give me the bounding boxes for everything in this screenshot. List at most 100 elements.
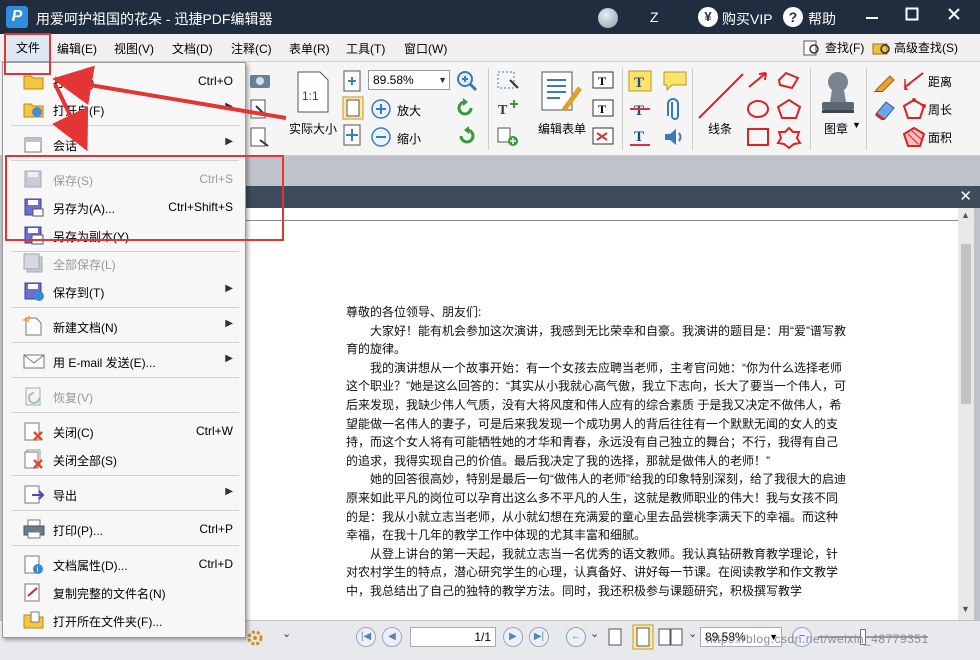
perimeter-label[interactable]: 周长: [928, 101, 952, 118]
settings-gear-icon[interactable]: [246, 629, 264, 647]
actual-size-icon[interactable]: 1:1: [296, 70, 330, 114]
zoom-in-label[interactable]: 放大: [397, 102, 421, 119]
layout-chevron-icon[interactable]: ⌄: [688, 627, 697, 640]
zoom-in-magnifier-icon[interactable]: [456, 70, 478, 92]
page-tool-icon[interactable]: [248, 126, 272, 148]
text-field-icon[interactable]: T: [592, 70, 614, 90]
menu-properties[interactable]: i 文档属性(D)... Ctrl+D: [3, 550, 245, 578]
facing-pages-icon[interactable]: [658, 627, 684, 647]
menu-form[interactable]: 表单(R): [289, 40, 330, 57]
cloud-tool-icon[interactable]: [776, 126, 802, 150]
attachment-icon[interactable]: [664, 98, 684, 122]
distance-tool-icon[interactable]: [902, 70, 926, 90]
underline-icon[interactable]: T: [628, 126, 652, 148]
page-number-input[interactable]: 1/1: [410, 627, 496, 647]
close-document-icon[interactable]: ✕: [959, 187, 972, 205]
menu-new-document[interactable]: 新建文档(N) ▶: [3, 312, 245, 340]
sound-icon[interactable]: [662, 126, 686, 148]
menu-close[interactable]: 关闭(C) Ctrl+W: [3, 417, 245, 445]
typewriter-icon[interactable]: T: [628, 70, 652, 92]
menu-close-all[interactable]: 关闭全部(S): [3, 445, 245, 473]
add-text-icon[interactable]: [496, 126, 520, 148]
text-tool-icon[interactable]: T: [496, 98, 520, 120]
ellipse-tool-icon[interactable]: [746, 98, 770, 120]
menu-print[interactable]: 打印(P)... Ctrl+P: [3, 515, 245, 543]
area-tool-icon[interactable]: [902, 126, 926, 148]
polyline-tool-icon[interactable]: [776, 70, 802, 92]
fit-visible-icon[interactable]: [342, 124, 362, 146]
arrow-tool-icon[interactable]: [746, 70, 770, 90]
history-chevron-icon[interactable]: ⌄: [590, 627, 599, 640]
back-button[interactable]: ←: [566, 627, 586, 647]
menu-view[interactable]: 视图(V): [114, 40, 154, 57]
edit-form-icon[interactable]: [538, 70, 584, 114]
actual-size-label[interactable]: 实际大小: [289, 120, 337, 137]
area-label[interactable]: 面积: [928, 129, 952, 146]
user-initial[interactable]: Z: [650, 9, 659, 25]
email-icon: [23, 354, 45, 369]
scroll-thumb[interactable]: [961, 244, 971, 404]
select-tool-icon[interactable]: [248, 98, 272, 120]
rotate-right-icon[interactable]: [455, 126, 477, 146]
scroll-down-icon[interactable]: ▼: [961, 604, 970, 614]
help-icon[interactable]: ?: [783, 7, 803, 27]
menu-document[interactable]: 文档(D): [172, 40, 213, 57]
advanced-find-button[interactable]: 高级查找(S): [872, 38, 958, 58]
menu-revert[interactable]: 恢复(V): [3, 382, 245, 410]
stamp-label[interactable]: 图章: [824, 120, 848, 137]
menu-session[interactable]: 会话 ▶: [3, 130, 245, 158]
rectangle-tool-icon[interactable]: [746, 126, 770, 148]
checkbox-field-icon[interactable]: [592, 126, 614, 146]
fit-page-icon[interactable]: [342, 70, 362, 92]
perimeter-tool-icon[interactable]: [902, 98, 926, 120]
snapshot-icon[interactable]: [248, 70, 272, 90]
last-page-button[interactable]: ▶|: [529, 627, 549, 647]
zoom-out-label[interactable]: 缩小: [397, 130, 421, 147]
user-avatar[interactable]: [598, 8, 618, 28]
pencil-tool-icon[interactable]: [872, 70, 896, 92]
zoom-select[interactable]: 89.58% ▼: [368, 70, 450, 90]
first-page-button[interactable]: |◀: [356, 627, 376, 647]
menu-open-containing-folder[interactable]: 打开所在文件夹(F)...: [3, 606, 245, 634]
edit-form-label[interactable]: 编辑表单: [538, 120, 586, 137]
scroll-up-icon[interactable]: ▲: [961, 210, 970, 220]
menu-copy-filename[interactable]: 复制完整的文件名(N): [3, 578, 245, 606]
stamp-tool-icon[interactable]: [816, 68, 860, 120]
vertical-scrollbar[interactable]: ▲ ▼: [958, 208, 974, 620]
menu-export[interactable]: 导出 ▶: [3, 480, 245, 508]
minimize-button[interactable]: [858, 4, 886, 30]
continuous-page-icon[interactable]: [632, 624, 654, 650]
prev-page-button[interactable]: ◀: [382, 627, 402, 647]
rotate-left-icon[interactable]: [455, 98, 477, 118]
find-button[interactable]: 查找(F): [803, 38, 864, 58]
menu-save-all[interactable]: 全部保存(L): [3, 249, 245, 277]
polygon-tool-icon[interactable]: [776, 98, 802, 120]
menu-tools[interactable]: 工具(T): [346, 40, 385, 57]
zoom-out-icon[interactable]: [370, 126, 392, 148]
menu-save-to[interactable]: 保存到(T) ▶: [3, 277, 245, 305]
buy-vip-button[interactable]: 购买VIP: [722, 9, 773, 29]
zoom-in-icon[interactable]: [370, 98, 392, 120]
text-box-icon[interactable]: T: [592, 98, 614, 118]
vip-yen-icon[interactable]: ¥: [698, 7, 718, 27]
select-text-icon[interactable]: [496, 70, 520, 92]
note-icon[interactable]: [662, 70, 688, 92]
eraser-tool-icon[interactable]: [872, 98, 896, 120]
help-button[interactable]: 帮助: [808, 9, 836, 29]
menu-email[interactable]: 用 E-mail 发送(E)... ▶: [3, 347, 245, 375]
panel-chevron-icon[interactable]: ⌄: [282, 627, 291, 640]
menu-comment[interactable]: 注释(C): [231, 40, 272, 57]
strikeout-icon[interactable]: T: [628, 98, 652, 120]
menu-open-from[interactable]: 打开自(F) ▶: [3, 95, 245, 123]
single-page-icon[interactable]: [607, 627, 623, 647]
menu-edit[interactable]: 编辑(E): [57, 40, 97, 57]
close-window-button[interactable]: [940, 4, 968, 30]
stamp-dropdown-arrow[interactable]: ▼: [852, 120, 861, 130]
menu-window[interactable]: 窗口(W): [404, 40, 447, 57]
line-label[interactable]: 线条: [708, 120, 732, 137]
next-page-button[interactable]: ▶: [503, 627, 523, 647]
line-tool-icon[interactable]: [697, 70, 745, 120]
fit-width-icon[interactable]: [342, 96, 364, 120]
distance-label[interactable]: 距离: [928, 73, 952, 90]
maximize-button[interactable]: [898, 4, 926, 30]
